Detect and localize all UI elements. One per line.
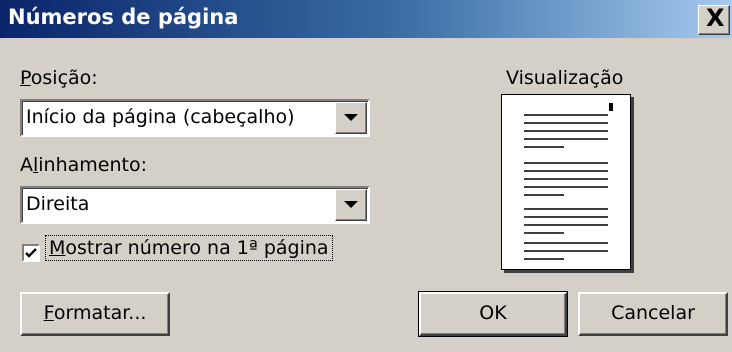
page-preview: [501, 94, 631, 270]
alignment-select[interactable]: Direita: [20, 186, 370, 224]
alignment-label: Alinhamento:: [20, 154, 148, 176]
dialog-title: Números de página: [8, 5, 239, 29]
ok-button[interactable]: OK: [418, 291, 568, 337]
show-first-page-label[interactable]: Mostrar número na 1ª página: [45, 235, 333, 261]
title-bar: Números de página X: [0, 0, 732, 38]
cancel-button[interactable]: Cancelar: [578, 292, 728, 336]
format-button[interactable]: Formatar...: [20, 292, 170, 336]
chevron-down-icon[interactable]: [335, 102, 367, 134]
close-icon: X: [706, 4, 725, 32]
position-label: Posição:: [20, 67, 98, 89]
preview-label: Visualização: [506, 67, 624, 89]
show-first-page-checkbox[interactable]: [22, 244, 40, 262]
position-select-value: Início da página (cabeçalho): [26, 106, 295, 128]
alignment-select-value: Direita: [26, 193, 90, 215]
page-preview-icon: [524, 103, 613, 260]
checkmark-icon: [25, 248, 37, 258]
position-select[interactable]: Início da página (cabeçalho): [20, 99, 370, 137]
chevron-down-icon[interactable]: [335, 189, 367, 221]
close-button[interactable]: X: [698, 4, 730, 35]
